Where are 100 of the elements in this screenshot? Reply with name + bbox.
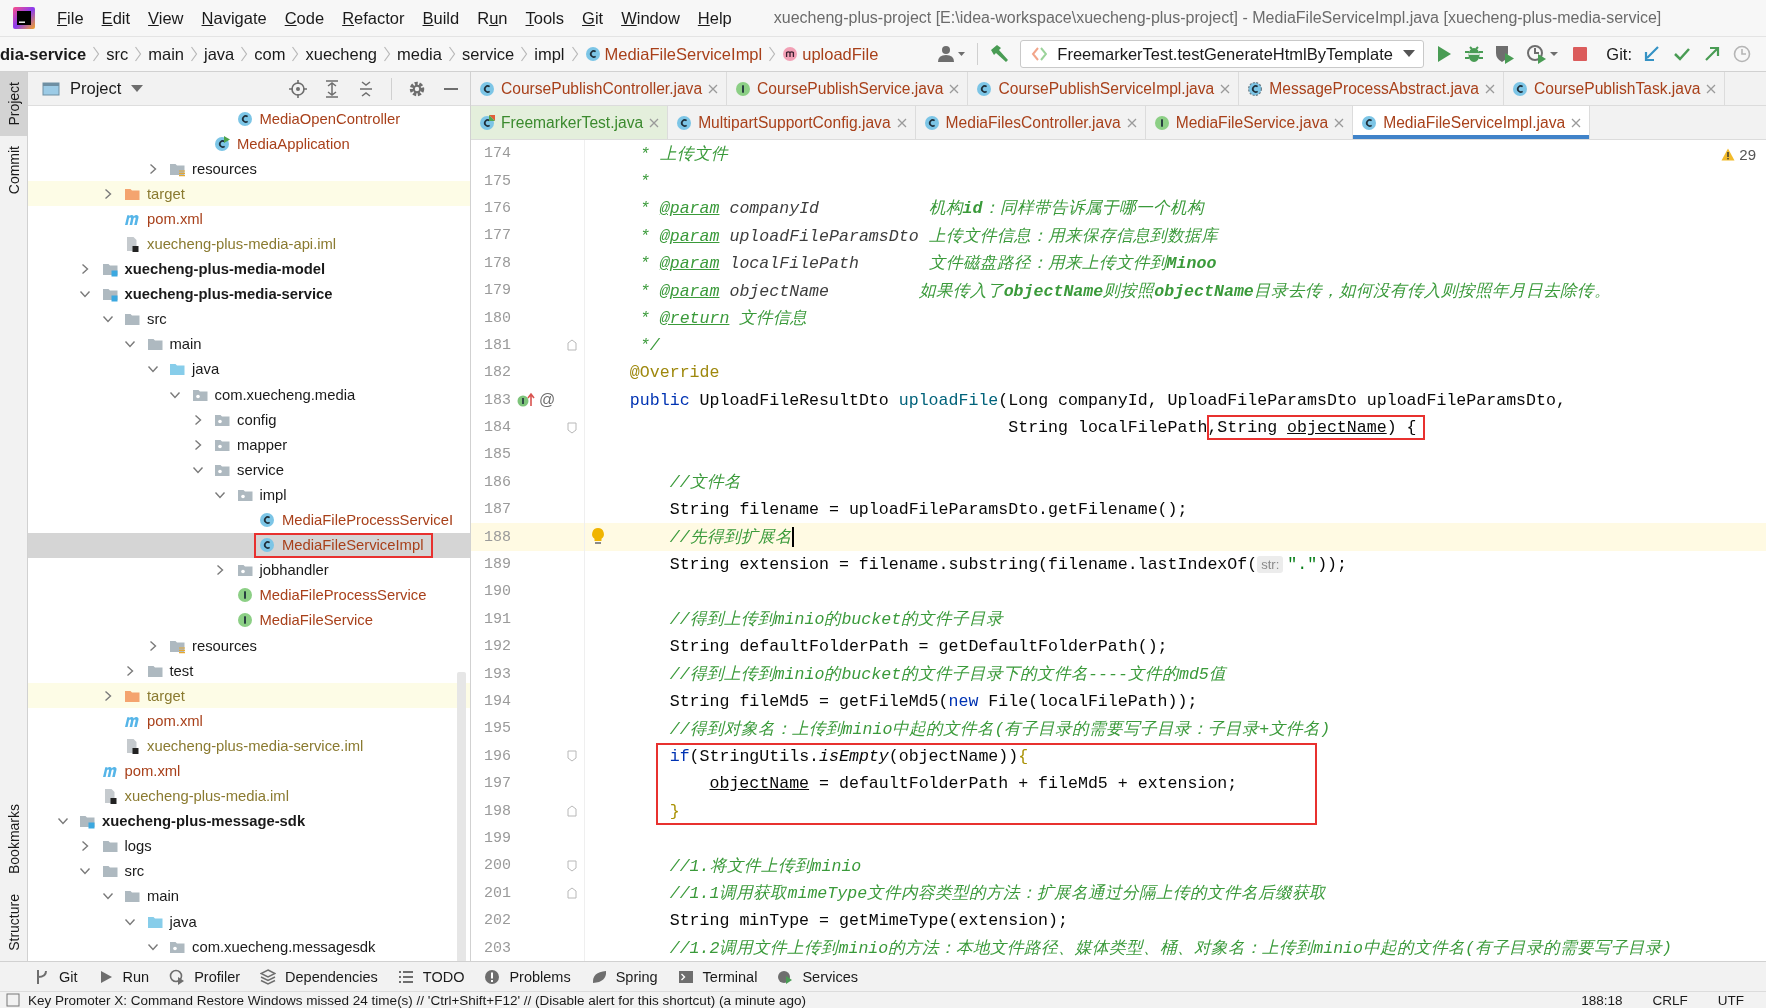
chevron-icon[interactable] — [147, 639, 158, 652]
editor-tab[interactable]: MultipartSupportConfig.java — [668, 106, 916, 139]
tree-item[interactable]: java — [28, 356, 470, 383]
tree-item[interactable]: main — [28, 331, 470, 357]
editor-tab[interactable]: CoursePublishController.java — [471, 72, 728, 105]
chevron-icon[interactable] — [101, 891, 114, 902]
menu-item[interactable]: Navigate — [195, 6, 273, 30]
chevron-icon[interactable] — [192, 438, 203, 451]
user-icon[interactable] — [937, 44, 968, 64]
close-icon[interactable] — [949, 83, 960, 94]
menu-item[interactable]: Window — [615, 6, 686, 30]
update-arrow-icon[interactable] — [1642, 44, 1662, 64]
tree-item[interactable]: xuecheng-plus-media-service — [28, 281, 470, 307]
chevron-icon[interactable] — [169, 389, 181, 400]
menu-item[interactable]: Code — [278, 6, 331, 30]
close-icon[interactable] — [1220, 83, 1231, 94]
close-icon[interactable] — [1334, 117, 1345, 128]
tool-window-button[interactable]: Profiler — [169, 968, 241, 985]
tree-item[interactable]: java — [28, 909, 470, 935]
gutter-symbol[interactable]: @ — [539, 391, 556, 410]
menu-item[interactable]: Tools — [519, 6, 571, 30]
project-view-dropdown[interactable]: Project — [42, 79, 144, 98]
tool-window-button[interactable]: TODO — [397, 968, 465, 985]
chevron-icon[interactable] — [192, 413, 203, 426]
tree-item[interactable]: test — [28, 658, 470, 684]
editor-tab[interactable]: FreemarkerTest.java — [471, 106, 669, 139]
tree-item[interactable]: src — [28, 306, 470, 332]
menu-item[interactable]: Edit — [95, 6, 137, 30]
debug-icon[interactable] — [1464, 44, 1485, 64]
breadcrumb[interactable]: com — [249, 42, 291, 66]
tool-window-button[interactable]: Terminal — [677, 968, 758, 985]
breadcrumb[interactable]: media — [392, 42, 447, 66]
settings-icon[interactable] — [408, 79, 426, 98]
chevron-icon[interactable] — [102, 689, 113, 702]
tree-item[interactable]: xuecheng-plus-media-api.iml — [28, 231, 470, 257]
breadcrumb[interactable]: impl — [529, 42, 570, 66]
tree-item[interactable]: service — [28, 457, 470, 483]
tree-item[interactable]: logs — [28, 833, 470, 859]
close-icon[interactable] — [649, 117, 660, 128]
menu-item[interactable]: View — [142, 6, 190, 30]
tool-window-tab[interactable]: Commit — [0, 135, 27, 204]
chevron-icon[interactable] — [80, 263, 90, 276]
chevron-icon[interactable] — [146, 941, 159, 952]
tree-item[interactable]: MediaFileProcessService — [28, 582, 470, 608]
tree-item[interactable]: xuecheng-plus-media-model — [28, 256, 470, 282]
chevron-icon[interactable] — [79, 289, 91, 300]
chevron-icon[interactable] — [101, 314, 114, 325]
tree-item[interactable]: target — [28, 181, 470, 207]
breadcrumb[interactable]: MediaFileServiceImpl — [579, 42, 768, 66]
cursor-position[interactable]: 188:18 — [1581, 992, 1623, 1008]
breadcrumb[interactable]: uploadFile — [777, 42, 884, 66]
implements-icon[interactable] — [517, 392, 535, 409]
chevron-icon[interactable] — [215, 564, 225, 577]
chevron-icon[interactable] — [146, 364, 159, 375]
tool-window-tab[interactable]: Structure — [0, 884, 27, 961]
breadcrumb[interactable]: main — [143, 42, 189, 66]
tree-item[interactable]: impl — [28, 482, 470, 508]
scrollbar[interactable] — [457, 672, 466, 961]
coverage-icon[interactable] — [1494, 43, 1517, 65]
tree-item[interactable]: pom.xml — [28, 708, 470, 734]
profiler-icon[interactable] — [1526, 43, 1561, 65]
close-icon[interactable] — [1485, 83, 1495, 94]
tree-item[interactable]: resources — [28, 632, 470, 659]
close-icon[interactable] — [896, 117, 907, 128]
tree-item[interactable]: jobhandler — [28, 557, 470, 583]
checkbox-icon[interactable] — [6, 993, 20, 1007]
tool-window-button[interactable]: Problems — [484, 968, 571, 985]
hammer-icon[interactable] — [988, 43, 1011, 65]
chevron-icon[interactable] — [125, 664, 135, 677]
tree-item[interactable]: mapper — [28, 432, 470, 458]
chevron-icon[interactable] — [124, 339, 136, 350]
breadcrumb[interactable]: service — [456, 42, 520, 66]
chevron-icon[interactable] — [56, 816, 69, 827]
breadcrumb[interactable]: src — [101, 42, 134, 66]
tree-item[interactable]: MediaApplication — [28, 131, 470, 157]
menu-item[interactable]: Run — [471, 6, 514, 30]
editor-tab[interactable]: MediaFilesController.java — [915, 106, 1146, 139]
tree-item[interactable]: resources — [28, 156, 470, 182]
tool-window-tab[interactable]: Project — [0, 72, 27, 136]
tree-item[interactable]: config — [28, 407, 470, 433]
tool-window-button[interactable]: Services — [777, 968, 858, 985]
editor-tab[interactable]: CoursePublishServiceImpl.java — [968, 72, 1240, 105]
chevron-icon[interactable] — [147, 162, 158, 175]
tool-window-button[interactable]: Dependencies — [260, 968, 378, 985]
tree-item[interactable]: pom.xml — [28, 758, 470, 784]
tree-item[interactable]: MediaFileProcessServiceI — [28, 507, 470, 533]
tree-item[interactable]: xuecheng-plus-message-sdk — [28, 808, 470, 834]
collapse-all-icon[interactable] — [357, 79, 375, 98]
tool-window-button[interactable]: Spring — [590, 968, 658, 985]
editor-tab[interactable]: CoursePublishTask.java — [1504, 72, 1726, 105]
locate-icon[interactable] — [289, 79, 307, 98]
tree-item[interactable]: pom.xml — [28, 206, 470, 232]
chevron-icon[interactable] — [214, 489, 226, 500]
chevron-icon[interactable] — [102, 187, 113, 200]
file-encoding[interactable]: UTF — [1717, 992, 1744, 1008]
close-icon[interactable] — [1571, 117, 1582, 128]
warning-count[interactable]: 29 — [1721, 146, 1756, 163]
expand-all-icon[interactable] — [323, 79, 341, 98]
tool-window-button[interactable]: Git — [34, 968, 78, 985]
chevron-icon[interactable] — [79, 866, 91, 877]
